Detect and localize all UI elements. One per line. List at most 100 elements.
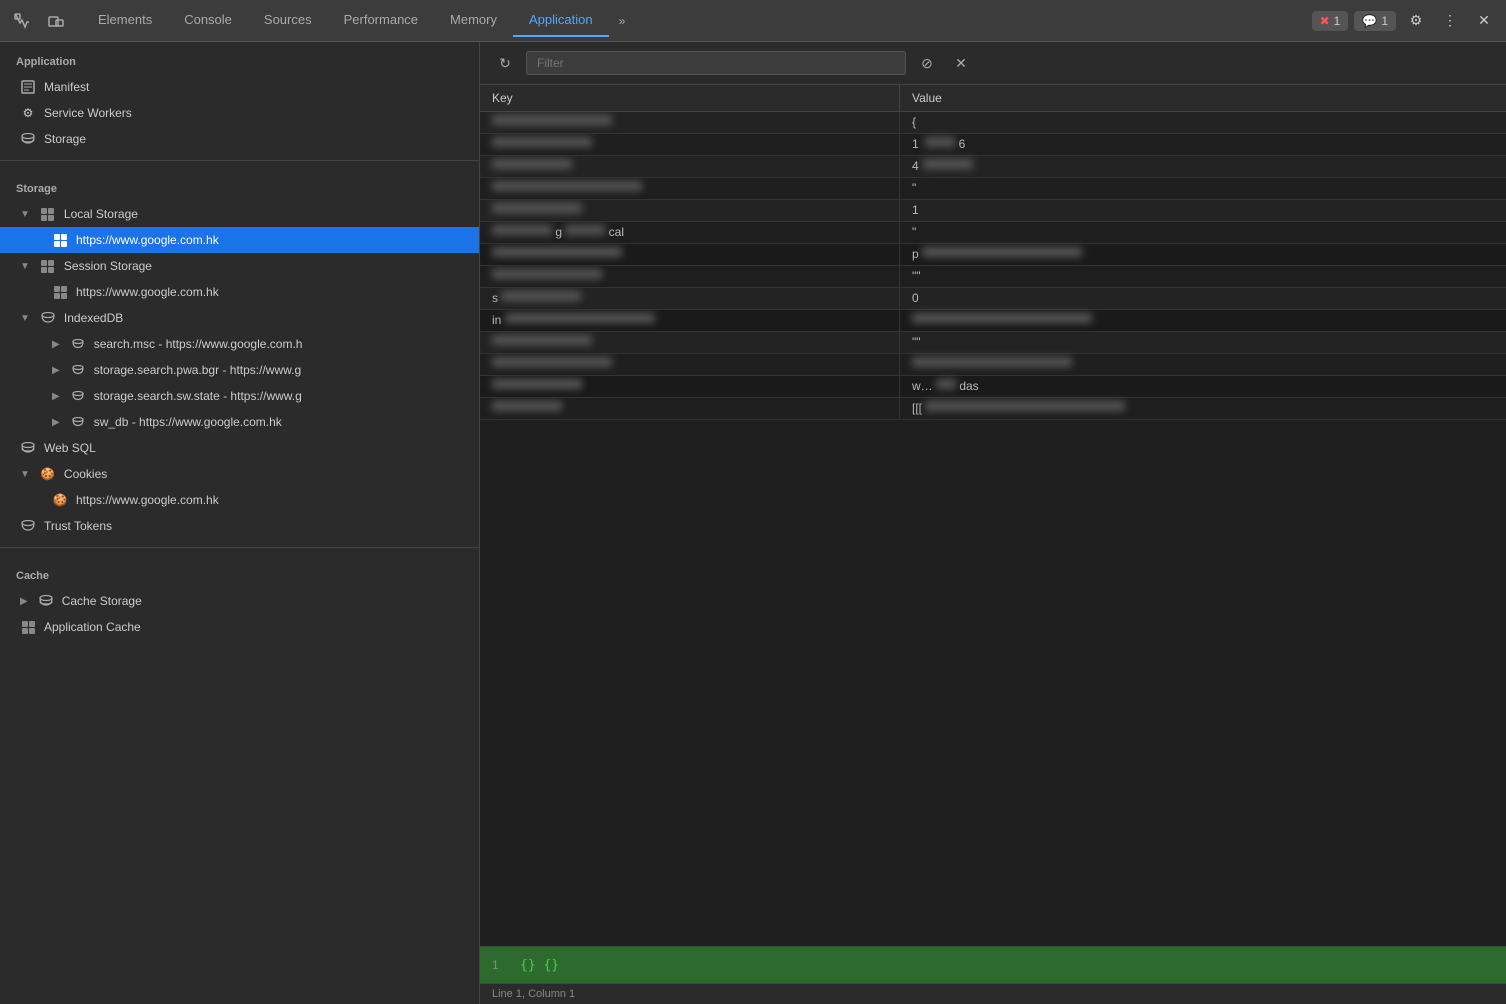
sidebar-item-storage-pwa-bgr[interactable]: ▶ storage.search.pwa.bgr - https://www.g	[0, 357, 479, 383]
cell-key	[480, 112, 900, 133]
table-row[interactable]: ""	[480, 266, 1506, 288]
message-badge-button[interactable]: 💬 1	[1354, 11, 1396, 31]
settings-icon[interactable]: ⚙	[1402, 7, 1430, 35]
storage-label: Storage	[44, 132, 86, 146]
sw-db-chevron: ▶	[52, 417, 60, 428]
sidebar-item-web-sql[interactable]: Web SQL	[0, 435, 479, 461]
indexeddb-icon	[40, 310, 56, 326]
status-bar: Line 1, Column 1	[480, 983, 1506, 1004]
sidebar-item-service-workers[interactable]: ⚙ Service Workers	[0, 100, 479, 126]
storage-section-title: Storage	[0, 169, 479, 201]
cell-key: g cal	[480, 222, 900, 243]
search-msc-chevron: ▶	[52, 339, 60, 350]
table-row[interactable]: w… das	[480, 376, 1506, 398]
table-row[interactable]: {	[480, 112, 1506, 134]
web-sql-icon	[20, 440, 36, 456]
inspect-icon[interactable]	[8, 7, 36, 35]
service-workers-icon: ⚙	[20, 105, 36, 121]
device-toggle-icon[interactable]	[42, 7, 70, 35]
sidebar-item-search-msc[interactable]: ▶ search.msc - https://www.google.com.h	[0, 331, 479, 357]
message-count: 1	[1381, 14, 1388, 28]
tab-application[interactable]: Application	[513, 4, 609, 37]
cell-value: [[[	[900, 398, 1506, 419]
application-section-title: Application	[0, 42, 479, 74]
cookies-label: Cookies	[64, 467, 107, 481]
tab-performance[interactable]: Performance	[328, 4, 434, 37]
indexeddb-label: IndexedDB	[64, 311, 123, 325]
application-cache-icon	[20, 619, 36, 635]
right-panel: ↻ ⊘ ✕ Key Value { 1 6	[480, 42, 1506, 1004]
sidebar-item-session-storage-google[interactable]: https://www.google.com.hk	[0, 279, 479, 305]
search-msc-icon	[70, 336, 86, 352]
storage-sw-state-chevron: ▶	[52, 391, 60, 402]
sidebar-item-trust-tokens[interactable]: Trust Tokens	[0, 513, 479, 539]
cookies-chevron-down: ▼	[20, 469, 30, 480]
sidebar-item-application-cache[interactable]: Application Cache	[0, 614, 479, 640]
block-button[interactable]: ⊘	[914, 50, 940, 76]
cell-value: "	[900, 222, 1506, 243]
trust-tokens-icon	[20, 518, 36, 534]
cell-key	[480, 398, 900, 419]
table-row[interactable]: 4	[480, 156, 1506, 178]
local-storage-google-label: https://www.google.com.hk	[76, 233, 219, 247]
application-cache-label: Application Cache	[44, 620, 141, 634]
sidebar-item-cache-storage[interactable]: ▶ Cache Storage	[0, 588, 479, 614]
table-row[interactable]: 1	[480, 200, 1506, 222]
manifest-label: Manifest	[44, 80, 89, 94]
table-row[interactable]: [[[	[480, 398, 1506, 420]
more-options-icon[interactable]: ⋮	[1436, 7, 1464, 35]
sidebar-item-storage-sw-state[interactable]: ▶ storage.search.sw.state - https://www.…	[0, 383, 479, 409]
column-value-header: Value	[900, 85, 1506, 111]
cache-section-title: Cache	[0, 556, 479, 588]
session-storage-sub-icon	[52, 284, 68, 300]
table-row[interactable]	[480, 354, 1506, 376]
sidebar-item-indexeddb[interactable]: ▼ IndexedDB	[0, 305, 479, 331]
clear-button[interactable]: ✕	[948, 50, 974, 76]
storage-pwa-bgr-label: storage.search.pwa.bgr - https://www.g	[94, 363, 301, 377]
sidebar-item-cookies-google[interactable]: 🍪 https://www.google.com.hk	[0, 487, 479, 513]
cell-value: 0	[900, 288, 1506, 309]
filter-input[interactable]	[526, 51, 906, 75]
cell-key	[480, 156, 900, 177]
error-icon: ✖	[1320, 14, 1330, 28]
tab-elements[interactable]: Elements	[82, 4, 168, 37]
table-row[interactable]: 1 6	[480, 134, 1506, 156]
tab-console[interactable]: Console	[168, 4, 248, 37]
indexeddb-chevron-down: ▼	[20, 313, 30, 324]
table-row[interactable]: g cal "	[480, 222, 1506, 244]
cell-value: ""	[900, 266, 1506, 287]
divider-1	[0, 160, 479, 161]
tab-memory[interactable]: Memory	[434, 4, 513, 37]
session-storage-label: Session Storage	[64, 259, 152, 273]
sidebar-item-local-storage[interactable]: ▼ Local Storage	[0, 201, 479, 227]
error-count: 1	[1334, 14, 1341, 28]
storage-pwa-bgr-icon	[70, 362, 86, 378]
storage-sw-state-icon	[70, 388, 86, 404]
refresh-button[interactable]: ↻	[492, 50, 518, 76]
local-storage-sub-icon	[52, 232, 68, 248]
cell-value: p	[900, 244, 1506, 265]
sidebar-item-cookies[interactable]: ▼ 🍪 Cookies	[0, 461, 479, 487]
error-badge-button[interactable]: ✖ 1	[1312, 11, 1349, 31]
status-text: Line 1, Column 1	[492, 988, 575, 1000]
close-devtools-icon[interactable]: ✕	[1470, 7, 1498, 35]
tab-sources[interactable]: Sources	[248, 4, 328, 37]
sidebar-item-session-storage[interactable]: ▼ Session Storage	[0, 253, 479, 279]
cell-key: in	[480, 310, 900, 331]
cell-value: 1	[900, 200, 1506, 221]
more-tabs-button[interactable]: »	[609, 6, 636, 36]
table-row[interactable]: in	[480, 310, 1506, 332]
cell-key	[480, 332, 900, 353]
table-row[interactable]: s 0	[480, 288, 1506, 310]
table-row[interactable]: ""	[480, 332, 1506, 354]
sidebar-item-local-storage-google[interactable]: https://www.google.com.hk	[0, 227, 479, 253]
cell-key	[480, 178, 900, 199]
sidebar-item-storage[interactable]: Storage	[0, 126, 479, 152]
sidebar-item-manifest[interactable]: Manifest	[0, 74, 479, 100]
sidebar-item-sw-db[interactable]: ▶ sw_db - https://www.google.com.hk	[0, 409, 479, 435]
table-row[interactable]: p	[480, 244, 1506, 266]
cache-storage-chevron: ▶	[20, 596, 28, 607]
cell-value	[900, 354, 1506, 375]
table-row[interactable]: "	[480, 178, 1506, 200]
storage-sw-state-label: storage.search.sw.state - https://www.g	[94, 389, 302, 403]
